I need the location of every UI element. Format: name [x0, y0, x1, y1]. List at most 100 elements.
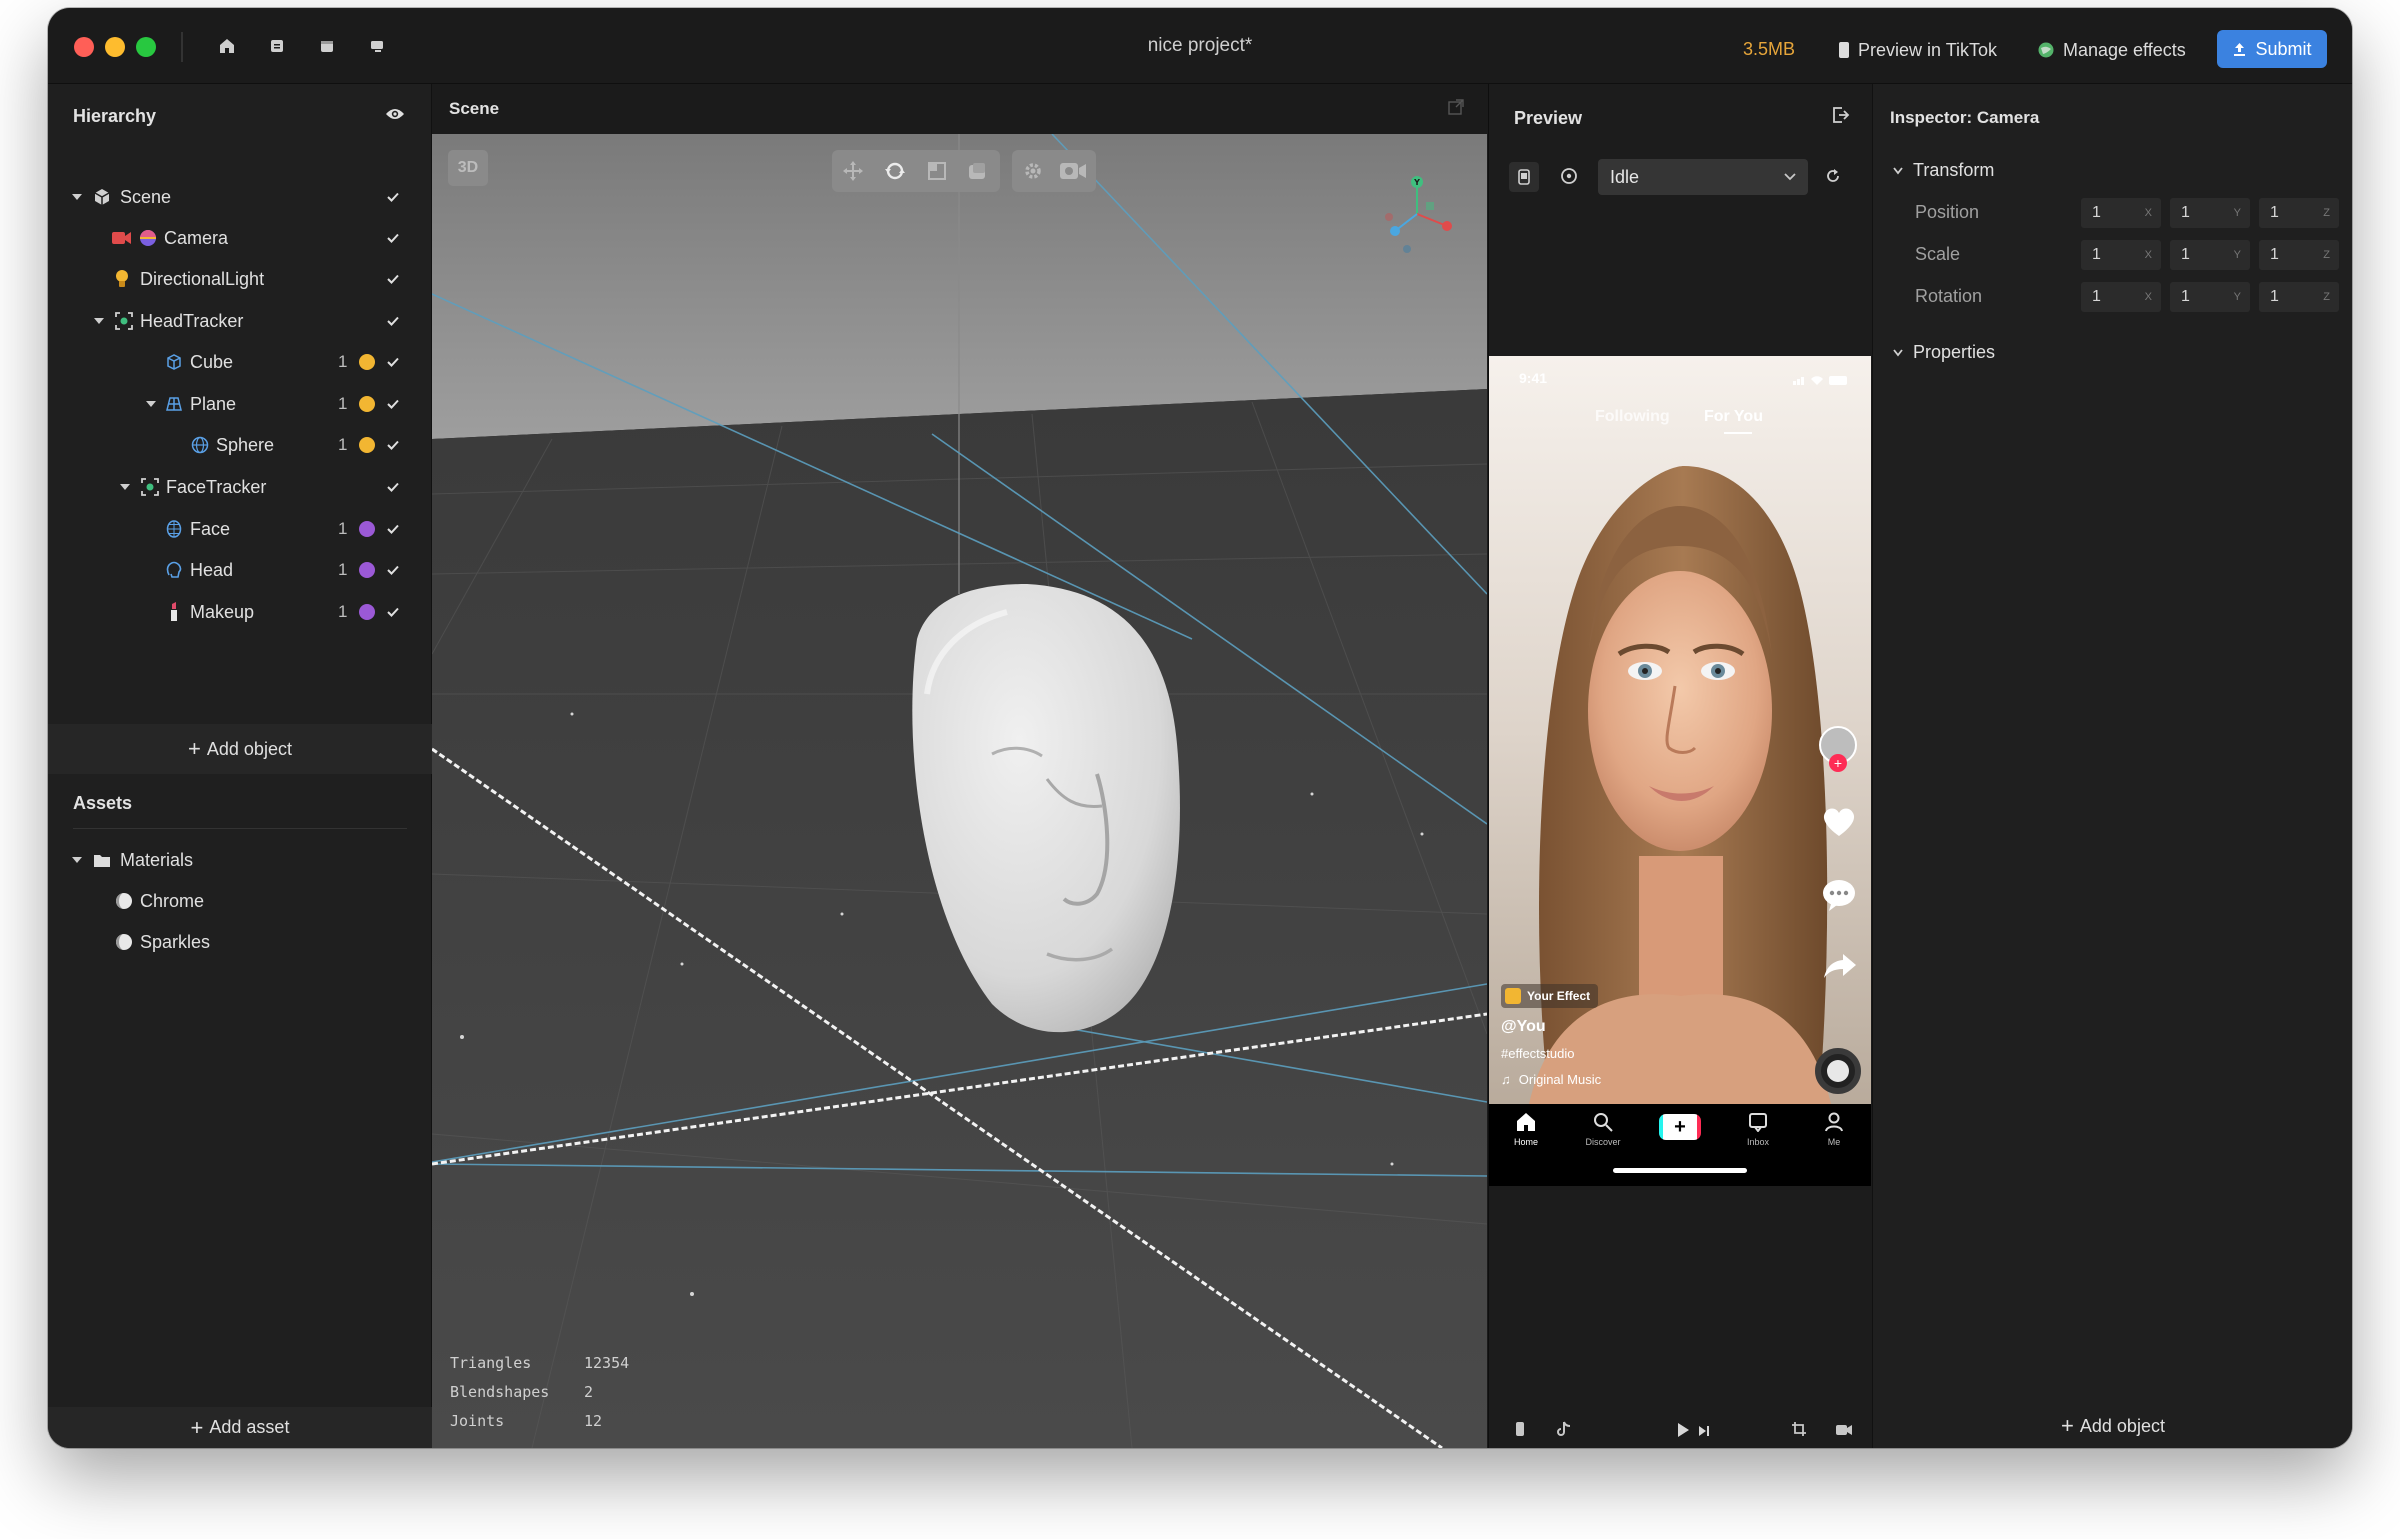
tree-item-plane[interactable]: Plane 1 [48, 384, 432, 424]
position-x-field[interactable]: 1X [2081, 198, 2161, 228]
rect-tool-icon[interactable] [966, 160, 988, 187]
tree-item-head[interactable]: Head 1 [48, 550, 432, 590]
device-icon[interactable] [1515, 1421, 1525, 1442]
preview-state-dropdown[interactable]: Idle [1598, 159, 1808, 195]
tree-item-camera[interactable]: Camera [48, 218, 432, 258]
rotation-z-field[interactable]: 1Z [2259, 282, 2339, 312]
scale-y-field[interactable]: 1Y [2170, 240, 2250, 270]
music-disc[interactable] [1815, 1048, 1861, 1094]
tree-item-makeup[interactable]: Makeup 1 [48, 592, 432, 632]
timer-icon[interactable] [1560, 167, 1578, 190]
tree-item-directionallight[interactable]: DirectionalLight [48, 259, 432, 299]
nav-me[interactable]: Me [1819, 1112, 1849, 1147]
checkmark-icon[interactable] [386, 438, 400, 452]
inspector-add-object-button[interactable]: + Add object [1873, 1404, 2352, 1448]
chevron-down-icon[interactable] [92, 314, 106, 328]
rotate-tool-icon[interactable] [884, 160, 906, 187]
checkmark-icon[interactable] [386, 522, 400, 536]
camera-feed [1489, 356, 1871, 1186]
pop-out-icon[interactable] [1448, 99, 1464, 120]
layer-color-dot[interactable] [359, 354, 375, 370]
record-video-icon[interactable] [1835, 1423, 1853, 1441]
music-info[interactable]: ♫ Original Music [1501, 1072, 1601, 1087]
rotation-y-field[interactable]: 1Y [2170, 282, 2250, 312]
nav-discover[interactable]: Discover [1585, 1112, 1621, 1147]
checkmark-icon[interactable] [386, 355, 400, 369]
scale-x-field[interactable]: 1X [2081, 240, 2161, 270]
checkmark-icon[interactable] [386, 272, 400, 286]
checkmark-icon[interactable] [386, 314, 400, 328]
add-object-button[interactable]: + Add object [48, 724, 432, 774]
step-forward-icon[interactable] [1698, 1424, 1710, 1442]
axis-gizmo[interactable]: Y [1385, 174, 1455, 254]
tree-item-headtracker[interactable]: HeadTracker [48, 301, 432, 341]
chevron-down-icon[interactable] [70, 853, 84, 867]
follow-plus-icon[interactable]: + [1829, 754, 1847, 772]
refresh-icon[interactable] [1825, 168, 1841, 189]
chevron-down-icon[interactable] [118, 480, 132, 494]
device-select-icon[interactable] [1509, 162, 1539, 192]
share-icon[interactable] [1823, 952, 1857, 985]
tree-item-materials[interactable]: Materials [48, 840, 432, 880]
nav-inbox[interactable]: Inbox [1743, 1112, 1773, 1147]
checkmark-icon[interactable] [386, 605, 400, 619]
preview-in-tiktok-button[interactable]: Preview in TikTok [1838, 36, 1997, 64]
layer-color-dot[interactable] [359, 604, 375, 620]
stat-value: 12354 [584, 1354, 630, 1372]
checkmark-icon[interactable] [386, 563, 400, 577]
submit-button[interactable]: Submit [2217, 30, 2327, 68]
checkmark-icon[interactable] [386, 397, 400, 411]
scale-z-field[interactable]: 1Z [2259, 240, 2339, 270]
tree-item-facetracker[interactable]: FaceTracker [48, 467, 432, 507]
visibility-eye-icon[interactable] [385, 107, 405, 126]
folder-icon [92, 850, 112, 870]
settings-gear-icon[interactable] [1022, 160, 1044, 187]
crop-icon[interactable] [1791, 1421, 1807, 1442]
tiktok-logo-icon[interactable] [1557, 1421, 1571, 1442]
tree-item-scene[interactable]: Scene [48, 177, 432, 217]
add-asset-button[interactable]: + Add asset [48, 1407, 432, 1448]
tree-item-cube[interactable]: Cube 1 [48, 342, 432, 382]
manage-effects-button[interactable]: Manage effects [2037, 36, 2186, 64]
chevron-down-icon[interactable] [70, 190, 84, 204]
creator-username[interactable]: @You [1501, 1018, 1546, 1036]
phone-preview[interactable]: 9:41 Following For You + Your Effect @Yo… [1489, 356, 1871, 1186]
light-bulb-icon [112, 269, 132, 289]
tree-item-chrome[interactable]: Chrome [48, 881, 432, 921]
chevron-down-icon[interactable] [144, 397, 158, 411]
axis-label: Z [2323, 207, 2330, 219]
create-video-button[interactable]: + [1659, 1114, 1701, 1140]
home-icon [1517, 1113, 1535, 1131]
checkmark-icon[interactable] [386, 190, 400, 204]
comment-icon[interactable] [1821, 878, 1857, 917]
heart-icon[interactable] [1821, 806, 1857, 843]
camera-view-icon[interactable] [1058, 160, 1088, 187]
play-icon[interactable] [1676, 1422, 1690, 1443]
tree-item-sphere[interactable]: Sphere 1 [48, 425, 432, 465]
layer-color-dot[interactable] [359, 437, 375, 453]
layer-color-dot[interactable] [359, 521, 375, 537]
video-hashtag[interactable]: #effectstudio [1501, 1046, 1574, 1061]
tab-for-you[interactable]: For You [1704, 408, 1763, 426]
position-z-field[interactable]: 1Z [2259, 198, 2339, 228]
properties-section-header[interactable]: Properties [1893, 342, 1995, 363]
hierarchy-panel: Hierarchy Scene Camera DirectionalLight [48, 84, 432, 1448]
layer-color-dot[interactable] [359, 396, 375, 412]
move-tool-icon[interactable] [842, 160, 864, 187]
3d-mode-toggle[interactable]: 3D [448, 150, 488, 186]
nav-home[interactable]: Home [1511, 1112, 1541, 1147]
checkmark-icon[interactable] [386, 231, 400, 245]
scale-tool-icon[interactable] [926, 160, 948, 187]
tree-item-sparkles[interactable]: Sparkles [48, 922, 432, 962]
stat-label: Triangles [450, 1354, 532, 1372]
scene-viewport[interactable]: 3D Y Triangles 12354 Blendshapes 2 Joint… [432, 134, 1487, 1448]
layer-color-dot[interactable] [359, 562, 375, 578]
tab-following[interactable]: Following [1595, 408, 1670, 426]
position-y-field[interactable]: 1Y [2170, 198, 2250, 228]
effect-badge[interactable]: Your Effect [1501, 984, 1599, 1008]
transform-section-header[interactable]: Transform [1893, 160, 1994, 181]
tree-item-face[interactable]: Face 1 [48, 509, 432, 549]
rotation-x-field[interactable]: 1X [2081, 282, 2161, 312]
exit-preview-icon[interactable] [1832, 106, 1850, 129]
checkmark-icon[interactable] [386, 480, 400, 494]
